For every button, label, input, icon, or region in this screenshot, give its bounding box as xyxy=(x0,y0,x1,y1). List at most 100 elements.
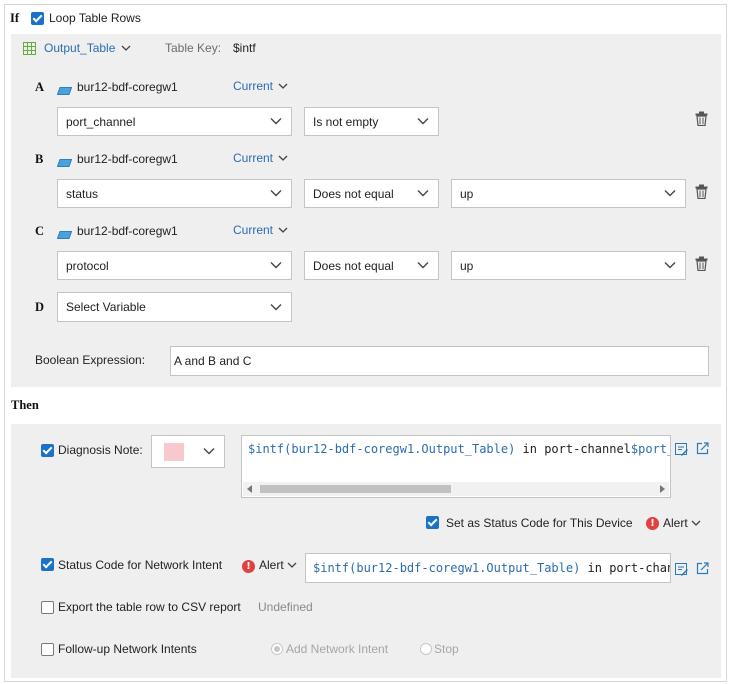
condition-scope: Current xyxy=(233,151,274,165)
scroll-right-arrow-icon[interactable] xyxy=(659,485,665,493)
condition-scope-dropdown[interactable]: Current xyxy=(233,151,290,165)
scroll-left-arrow-icon[interactable] xyxy=(247,485,253,493)
select-variable-placeholder: Select Variable xyxy=(66,300,146,314)
chevron-down-icon xyxy=(278,155,288,161)
trash-icon[interactable] xyxy=(695,111,708,127)
export-csv-label: Export the table row to CSV report xyxy=(58,600,241,614)
external-link-icon[interactable] xyxy=(696,562,709,575)
device-icon xyxy=(56,84,73,95)
condition-operator-select[interactable]: Does not equal xyxy=(304,251,439,280)
chevron-down-icon xyxy=(270,262,282,269)
export-csv-checkbox[interactable] xyxy=(41,601,54,614)
condition-value: up xyxy=(460,186,474,201)
follow-up-checkbox[interactable] xyxy=(41,643,54,656)
condition-letter: D xyxy=(35,300,45,314)
chevron-down-icon xyxy=(203,448,215,455)
edit-icon[interactable] xyxy=(675,443,688,456)
chevron-down-icon xyxy=(417,118,429,125)
chevron-down-icon xyxy=(270,190,282,197)
chevron-down-icon xyxy=(121,45,131,51)
diagnosis-note-textarea[interactable]: $intf(bur12-bdf-coregw1.Output_Table) in… xyxy=(241,435,671,498)
status-code-device-label: Set as Status Code for This Device xyxy=(446,516,633,530)
then-label: Then xyxy=(11,398,39,412)
chevron-down-icon xyxy=(664,262,676,269)
status-code-intent-level-dropdown[interactable]: Alert xyxy=(259,558,299,572)
diagnosis-note-mid: in port-channel xyxy=(515,442,631,456)
condition-variable-select[interactable]: port_channel xyxy=(57,107,292,136)
condition-operator: Is not empty xyxy=(313,114,379,129)
diagnosis-note-var: $intf(bur12-bdf-coregw1.Output_Table) xyxy=(248,442,516,456)
trash-icon[interactable] xyxy=(695,256,708,272)
diagnosis-note-tail: $port_ xyxy=(630,442,671,456)
condition-scope-dropdown[interactable]: Current xyxy=(233,79,290,93)
diagnosis-note-label: Diagnosis Note: xyxy=(58,443,143,457)
chevron-down-icon xyxy=(270,118,282,125)
status-code-intent-checkbox[interactable] xyxy=(41,558,54,571)
condition-device: bur12-bdf-coregw1 xyxy=(77,224,178,238)
note-color-swatch xyxy=(164,442,184,461)
chevron-down-icon xyxy=(664,190,676,197)
condition-variable: status xyxy=(66,186,99,201)
boolean-expression-value: A and B and C xyxy=(174,354,252,368)
condition-operator: Does not equal xyxy=(313,258,394,273)
status-code-intent-level: Alert xyxy=(259,558,284,572)
stop-label: Stop xyxy=(434,642,459,656)
condition-variable-select[interactable]: status xyxy=(57,179,292,208)
note-color-picker[interactable] xyxy=(151,435,225,468)
loop-table-rows-checkbox[interactable] xyxy=(31,12,44,25)
edit-icon[interactable] xyxy=(675,563,688,576)
device-icon xyxy=(56,156,73,167)
external-link-icon[interactable] xyxy=(696,442,709,455)
condition-scope: Current xyxy=(233,79,274,93)
status-code-intent-input[interactable]: $intf(bur12-bdf-coregw1.Output_Table) in… xyxy=(305,553,671,583)
chevron-down-icon xyxy=(417,262,429,269)
condition-value-select[interactable]: up xyxy=(451,179,686,208)
device-icon xyxy=(56,228,73,239)
select-variable-dropdown[interactable]: Select Variable xyxy=(57,292,292,322)
export-csv-status: Undefined xyxy=(258,600,313,614)
scrollbar-thumb[interactable] xyxy=(260,485,451,493)
stop-radio[interactable] xyxy=(420,643,432,655)
boolean-expression-input[interactable]: A and B and C xyxy=(170,346,709,376)
table-icon xyxy=(23,42,36,55)
condition-operator-select[interactable]: Is not empty xyxy=(304,107,439,136)
loop-table-rows-label: Loop Table Rows xyxy=(49,11,141,25)
chevron-down-icon xyxy=(278,227,288,233)
condition-value: up xyxy=(460,258,474,273)
add-network-intent-label: Add Network Intent xyxy=(286,642,389,656)
condition-scope-dropdown[interactable]: Current xyxy=(233,223,290,237)
status-code-device-level-dropdown[interactable]: Alert xyxy=(663,516,703,530)
condition-letter: A xyxy=(35,80,45,94)
status-code-device-level: Alert xyxy=(663,516,688,530)
condition-operator: Does not equal xyxy=(313,186,394,201)
table-key-label: Table Key: xyxy=(165,41,222,55)
condition-operator-select[interactable]: Does not equal xyxy=(304,179,439,208)
condition-device: bur12-bdf-coregw1 xyxy=(77,152,178,166)
status-code-intent-mid: in port-chan xyxy=(580,561,671,575)
boolean-expression-label: Boolean Expression: xyxy=(35,353,146,367)
if-label: If xyxy=(10,11,20,25)
chevron-down-icon xyxy=(278,83,288,89)
status-code-device-checkbox[interactable] xyxy=(426,516,439,529)
add-network-intent-radio[interactable] xyxy=(271,643,283,655)
condition-scope: Current xyxy=(233,223,274,237)
status-code-intent-label: Status Code for Network Intent xyxy=(58,558,223,572)
output-table-name: Output_Table xyxy=(44,41,116,55)
trash-icon[interactable] xyxy=(695,184,708,200)
alert-icon: ! xyxy=(242,560,255,573)
output-table-dropdown[interactable]: Output_Table xyxy=(44,41,133,55)
condition-variable: port_channel xyxy=(66,114,136,129)
follow-up-label: Follow-up Network Intents xyxy=(58,642,197,656)
chevron-down-icon xyxy=(417,190,429,197)
table-key-value: $intf xyxy=(233,41,256,55)
condition-letter: B xyxy=(35,152,44,166)
chevron-down-icon xyxy=(270,303,282,310)
condition-variable: protocol xyxy=(66,258,109,273)
horizontal-scrollbar[interactable] xyxy=(243,482,669,496)
chevron-down-icon xyxy=(287,562,297,568)
condition-value-select[interactable]: up xyxy=(451,251,686,280)
diagnosis-note-checkbox[interactable] xyxy=(41,444,54,457)
condition-variable-select[interactable]: protocol xyxy=(57,251,292,280)
condition-device: bur12-bdf-coregw1 xyxy=(77,80,178,94)
chevron-down-icon xyxy=(691,520,701,526)
